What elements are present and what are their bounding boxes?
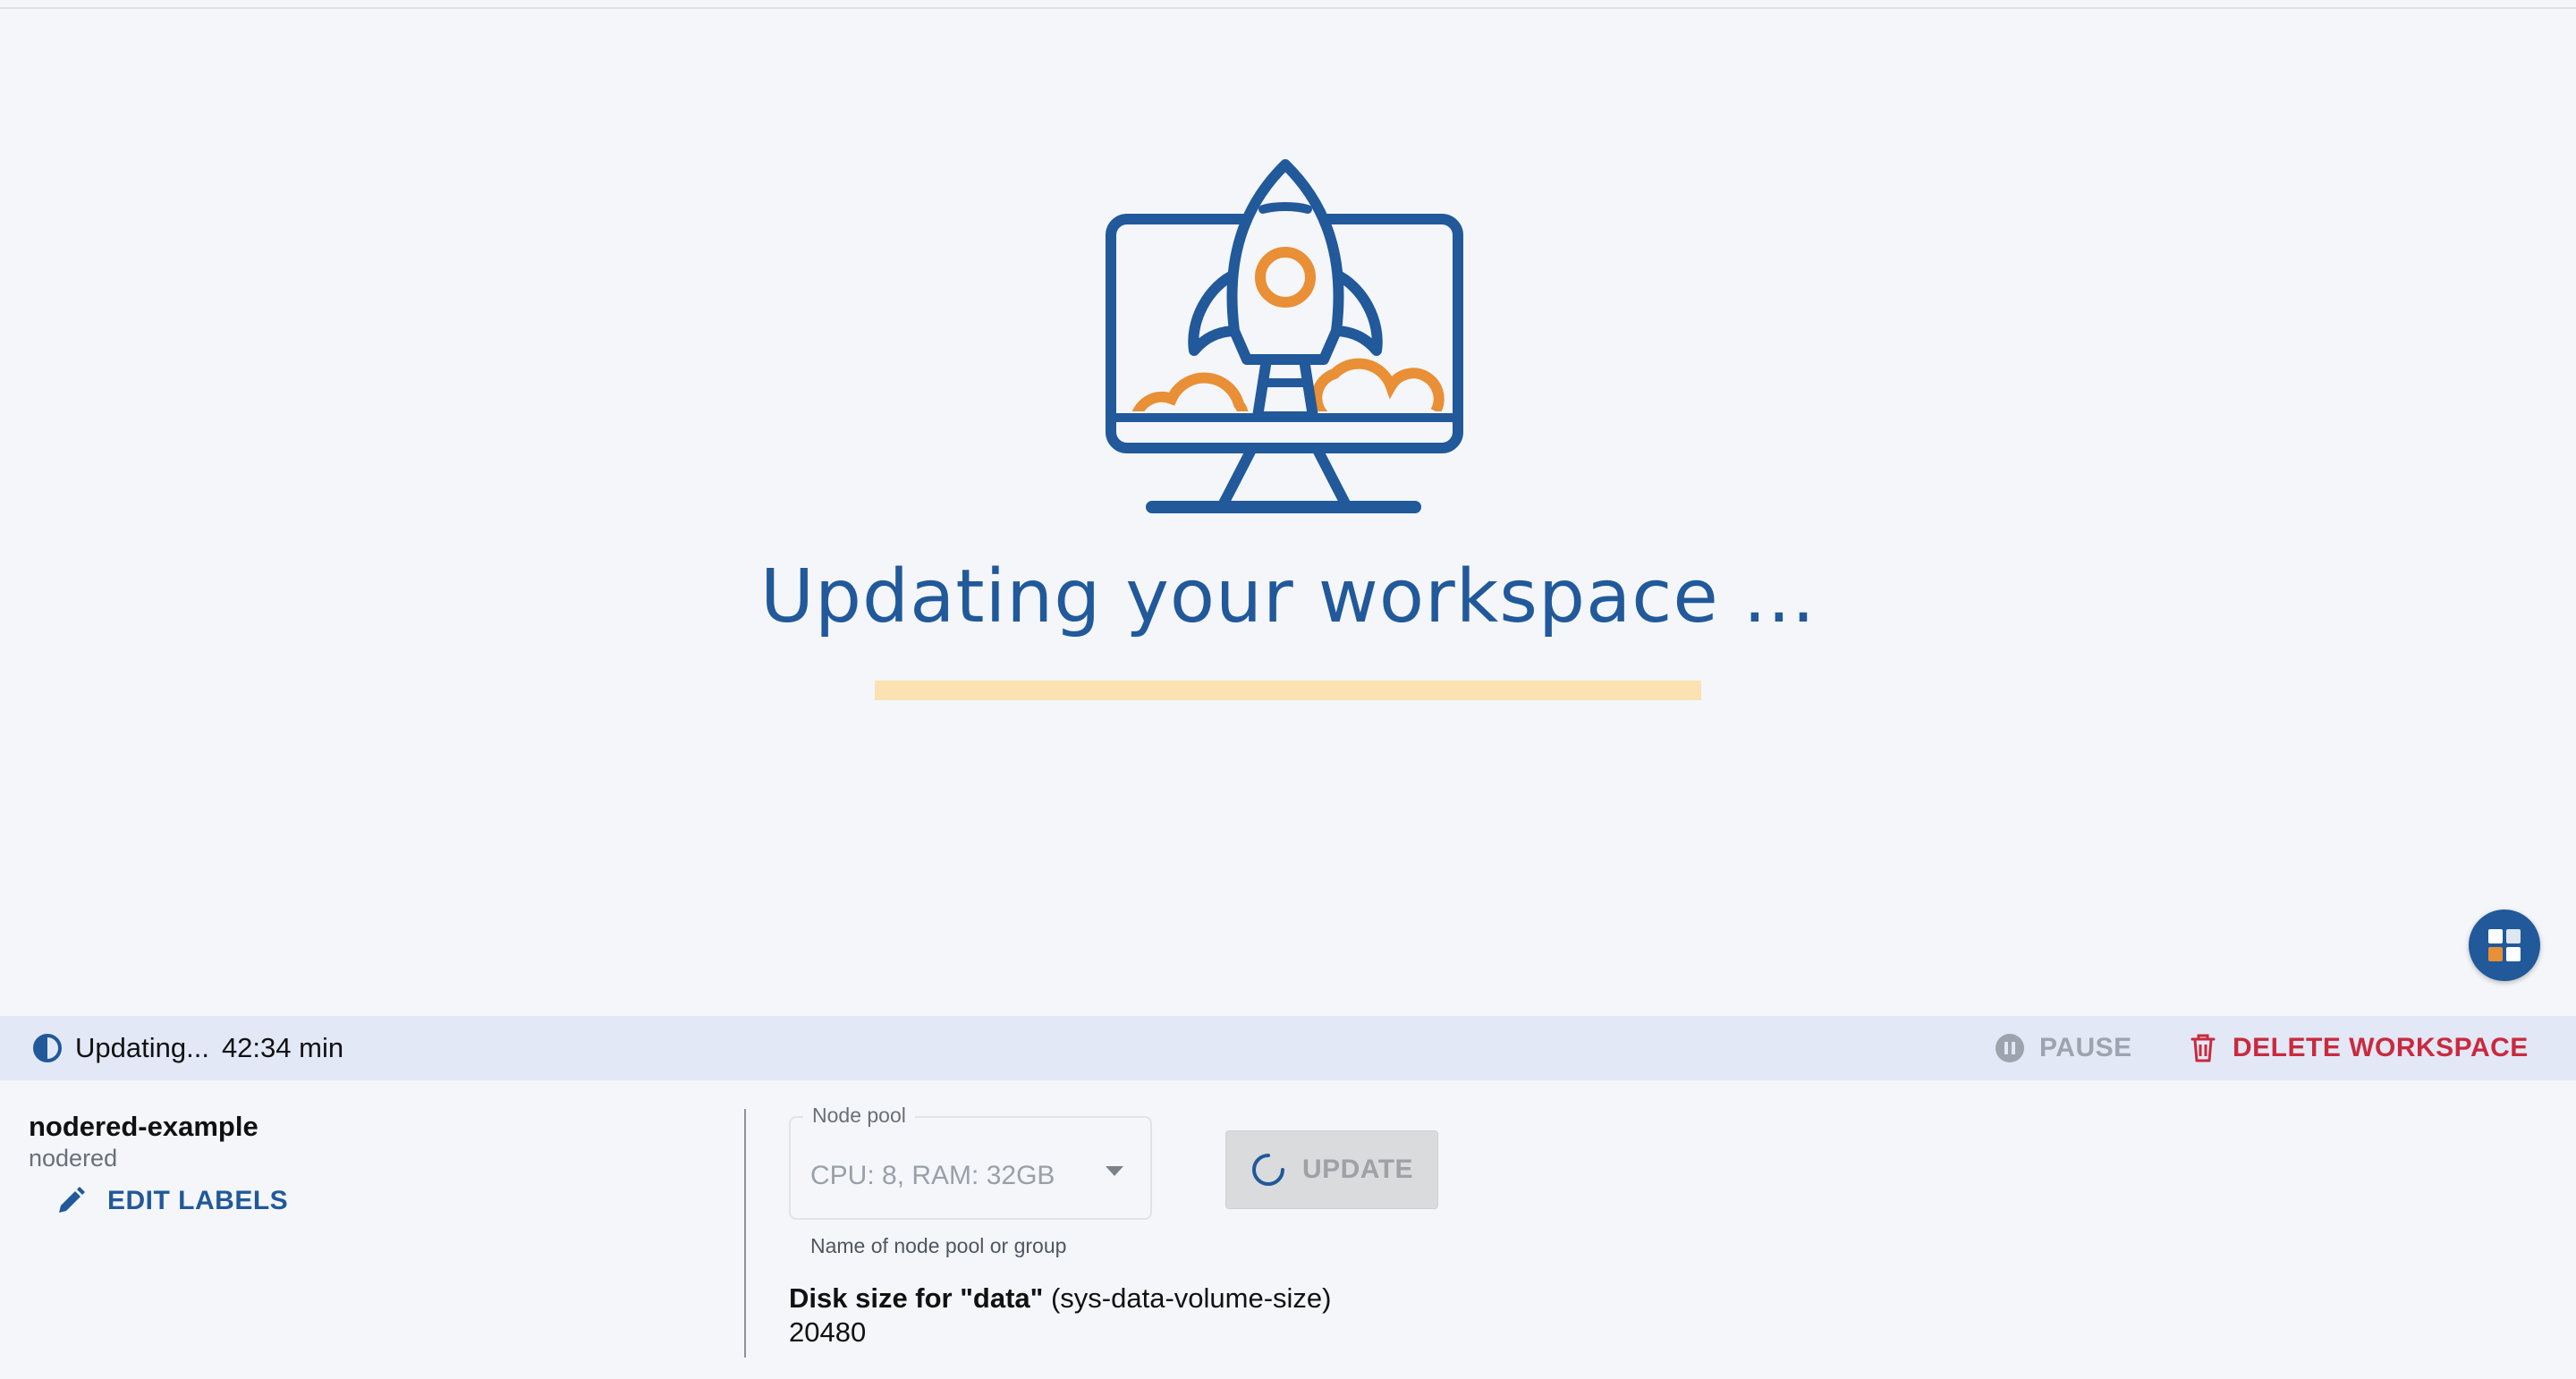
elapsed-time: 42:34 min <box>221 1032 344 1063</box>
node-pool-label: Node pool <box>803 1104 915 1128</box>
workspace-details-panel: nodered-example nodered EDIT LABELS Node… <box>0 1080 2576 1379</box>
node-pool-select[interactable]: Node pool CPU: 8, RAM: 32GB <box>789 1104 1152 1220</box>
update-button[interactable]: UPDATE <box>1225 1130 1438 1209</box>
pencil-icon <box>59 1187 85 1213</box>
trash-icon <box>2190 1034 2216 1062</box>
loading-spinner-icon <box>1251 1154 1284 1186</box>
rocket-monitor-illustration <box>1106 159 1463 513</box>
workspace-status-bar: Updating... 42:34 min PAUSE DELETE WORKS… <box>0 1016 2576 1080</box>
pause-button[interactable]: PAUSE <box>1995 1016 2132 1080</box>
delete-workspace-button[interactable]: DELETE WORKSPACE <box>2190 1016 2529 1080</box>
vertical-divider <box>744 1109 746 1358</box>
update-label: UPDATE <box>1301 1155 1414 1184</box>
dashboard-grid-icon <box>2488 929 2521 961</box>
disk-size-value: 20480 <box>789 1316 867 1348</box>
pause-icon <box>1996 1034 2024 1062</box>
delete-workspace-label: DELETE WORKSPACE <box>2233 1033 2529 1062</box>
half-circle-status-icon <box>33 1034 62 1062</box>
node-pool-helper-text: Name of node pool or group <box>810 1234 1067 1257</box>
app-switcher-button[interactable] <box>2469 909 2540 981</box>
workspace-name: nodered-example <box>29 1111 258 1142</box>
chevron-down-icon <box>1106 1166 1123 1176</box>
pause-label: PAUSE <box>2039 1033 2132 1062</box>
edit-labels-button[interactable]: EDIT LABELS <box>55 1180 288 1222</box>
disk-size-param: (sys-data-volume-size) <box>1043 1282 1332 1314</box>
status-label: Updating... <box>75 1032 209 1063</box>
update-progress-bar <box>875 681 1701 700</box>
update-headline: Updating your workspace ... <box>759 554 1817 639</box>
node-pool-value: CPU: 8, RAM: 32GB <box>810 1161 1055 1190</box>
workspace-type: nodered <box>29 1145 118 1172</box>
edit-labels-label: EDIT LABELS <box>107 1186 289 1215</box>
disk-size-title: Disk size for "data" <box>789 1282 1044 1314</box>
update-hero: Updating your workspace ... <box>0 9 2576 1016</box>
disk-size-heading: Disk size for "data" (sys-data-volume-si… <box>789 1282 1332 1315</box>
status-indicator: Updating... 42:34 min <box>32 1016 343 1080</box>
